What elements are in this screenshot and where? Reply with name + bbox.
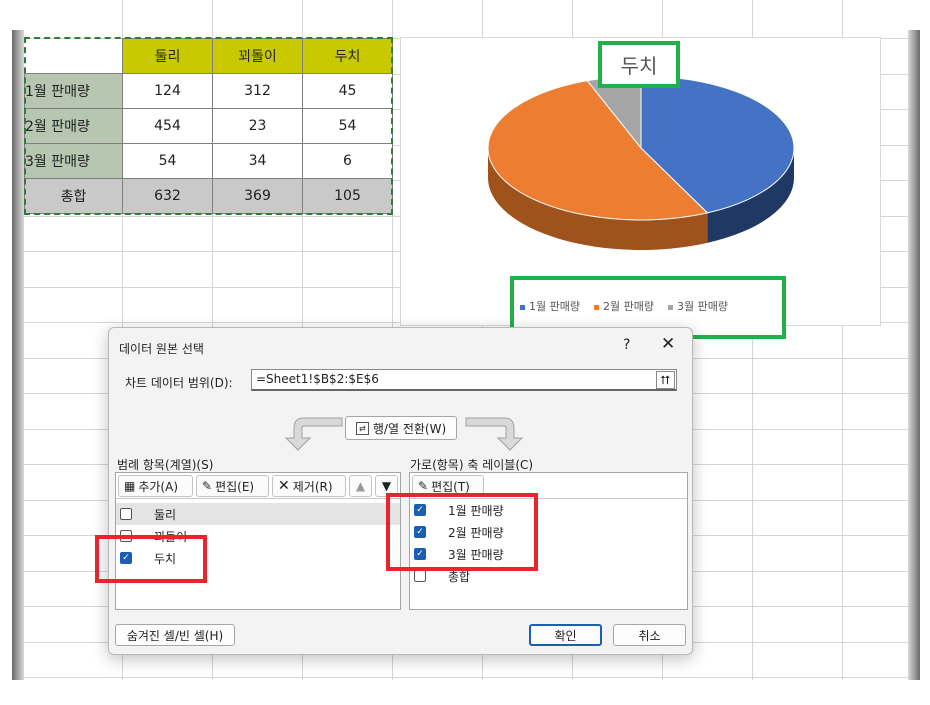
frame-right-edge (908, 30, 920, 680)
add-series-button[interactable]: ▦ 추가(A) (118, 475, 193, 497)
table-row: 2월 판매량 454 23 54 (24, 108, 393, 144)
edit-icon: ✎ (202, 479, 213, 493)
axis-item-name: 총합 (448, 569, 471, 584)
table-cell[interactable]: 54 (122, 143, 213, 179)
axis-item[interactable]: 총합 (410, 565, 687, 587)
switch-row-column-button[interactable]: ⇄ 행/열 전환(W) (345, 416, 457, 440)
axis-item-name: 3월 판매량 (448, 547, 504, 562)
axis-checkbox[interactable]: ✓ (414, 504, 426, 516)
edit-axis-labels-button[interactable]: ✎ 편집(T) (412, 475, 484, 497)
table-header-cell[interactable]: 둘리 (122, 38, 213, 74)
table-cell[interactable]: 2월 판매량 (24, 108, 123, 144)
data-table: 둘리 꾀돌이 두치 1월 판매량 124 312 45 2월 판매량 454 2… (24, 38, 393, 214)
axis-item[interactable]: ✓ 2월 판매량 (410, 521, 687, 543)
chart-title-text: 두치 (620, 54, 658, 78)
ok-button[interactable]: 확인 (529, 624, 602, 646)
arrow-left-down-icon (284, 417, 343, 451)
frame-left-edge (12, 30, 24, 680)
dialog-title: 데이터 원본 선택 (119, 342, 204, 356)
table-header-row: 둘리 꾀돌이 두치 (24, 38, 393, 74)
table-cell[interactable]: 6 (302, 143, 393, 179)
switch-row-column-icon: ⇄ (355, 421, 369, 435)
table-cell[interactable]: 34 (212, 143, 303, 179)
close-icon[interactable]: ✕ (661, 334, 675, 354)
table-header-cell[interactable] (24, 38, 123, 74)
series-checkbox[interactable]: ✓ (120, 552, 132, 564)
legend-label: 2월 판매량 (602, 300, 654, 313)
help-button[interactable]: ? (623, 337, 630, 353)
hidden-empty-cells-button[interactable]: 숨겨진 셀/빈 셀(H) (115, 624, 235, 646)
range-label: 차트 데이터 범위(D): (125, 376, 233, 390)
series-name: 두치 (154, 551, 177, 566)
table-cell[interactable]: 54 (302, 108, 393, 144)
table-row: 3월 판매량 54 34 6 (24, 143, 393, 179)
collapse-dialog-button[interactable]: ⮅ (656, 371, 675, 389)
series-list-panel: ▦ 추가(A) ✎ 편집(E) ✕ 제거(R) ▲ ▼ 둘리 꾀돌이 ✓ 두치 (115, 472, 401, 610)
arrow-right-down-icon (465, 417, 524, 451)
table-cell[interactable]: 454 (122, 108, 213, 144)
table-cell[interactable]: 3월 판매량 (24, 143, 123, 179)
grid-row-line (24, 677, 908, 678)
edit-axis-label: 편집(T) (431, 479, 470, 494)
remove-x-icon: ✕ (278, 478, 290, 494)
remove-series-label: 제거(R) (292, 479, 333, 494)
axis-item[interactable]: ✓ 3월 판매량 (410, 543, 687, 565)
table-cell[interactable]: 총합 (24, 178, 123, 214)
table-cell[interactable]: 312 (212, 73, 303, 109)
edit-icon: ✎ (418, 479, 429, 493)
move-up-button[interactable]: ▲ (349, 475, 372, 497)
axis-checkbox[interactable]: ✓ (414, 548, 426, 560)
axis-checkbox[interactable] (414, 570, 426, 582)
table-cell[interactable]: 369 (212, 178, 303, 214)
select-data-source-dialog: 데이터 원본 선택 ? ✕ 차트 데이터 범위(D): =Sheet1!$B$2… (108, 327, 693, 655)
legend-swatch (520, 304, 525, 310)
axis-item-name: 1월 판매량 (448, 503, 504, 518)
legend-swatch (667, 304, 673, 310)
series-name: 꾀돌이 (154, 529, 188, 544)
axis-labels-panel: ✎ 편집(T) ✓ 1월 판매량 ✓ 2월 판매량 ✓ 3월 판매량 총합 (409, 472, 688, 610)
move-down-icon: ▼ (381, 479, 392, 493)
legend-entry: 2월 판매량 (593, 298, 654, 314)
edit-series-button[interactable]: ✎ 편집(E) (196, 475, 269, 497)
table-row: 1월 판매량 124 312 45 (24, 73, 393, 109)
legend-entry: 1월 판매량 (520, 298, 580, 314)
chart-data-range-input[interactable]: =Sheet1!$B$2:$E$6 (251, 369, 677, 391)
switch-row-column-label: 행/열 전환(W) (372, 421, 447, 436)
axis-labels-label: 가로(항목) 축 레이블(C) (410, 458, 534, 472)
series-item[interactable]: 둘리 (116, 503, 400, 525)
legend-label: 3월 판매량 (676, 300, 728, 313)
table-cell[interactable]: 45 (302, 73, 393, 109)
add-series-label: 추가(A) (138, 479, 178, 494)
series-item[interactable]: 꾀돌이 (116, 525, 400, 547)
series-checkbox[interactable] (120, 508, 132, 520)
table-cell[interactable]: 124 (122, 73, 213, 109)
legend-label: 1월 판매량 (529, 300, 580, 313)
table-header-cell[interactable]: 두치 (302, 38, 393, 74)
chart-title[interactable]: 두치 (598, 41, 680, 88)
series-toolbar: ▦ 추가(A) ✎ 편집(E) ✕ 제거(R) ▲ ▼ (116, 473, 400, 499)
axis-item-name: 2월 판매량 (448, 525, 504, 540)
add-table-icon: ▦ (124, 479, 136, 493)
series-checkbox[interactable] (120, 530, 132, 542)
axis-checkbox[interactable]: ✓ (414, 526, 426, 538)
table-cell[interactable]: 632 (122, 178, 213, 214)
series-item[interactable]: ✓ 두치 (116, 547, 400, 569)
legend-swatch (593, 304, 599, 310)
axis-toolbar: ✎ 편집(T) (410, 473, 687, 499)
move-down-button[interactable]: ▼ (375, 475, 398, 497)
table-cell[interactable]: 105 (302, 178, 393, 214)
axis-item[interactable]: ✓ 1월 판매량 (410, 499, 687, 521)
move-up-icon: ▲ (355, 479, 366, 493)
table-cell[interactable]: 1월 판매량 (24, 73, 123, 109)
legend-entry: 3월 판매량 (667, 298, 728, 314)
cancel-button[interactable]: 취소 (613, 624, 686, 646)
legend-entries-label: 범례 항목(계열)(S) (117, 458, 214, 472)
table-cell[interactable]: 23 (212, 108, 303, 144)
chart-legend[interactable]: 1월 판매량 2월 판매량 3월 판매량 (520, 298, 728, 314)
series-name: 둘리 (154, 507, 177, 522)
edit-series-label: 편집(E) (215, 479, 255, 494)
table-header-cell[interactable]: 꾀돌이 (212, 38, 303, 74)
table-total-row: 총합 632 369 105 (24, 178, 393, 214)
remove-series-button[interactable]: ✕ 제거(R) (272, 475, 346, 497)
